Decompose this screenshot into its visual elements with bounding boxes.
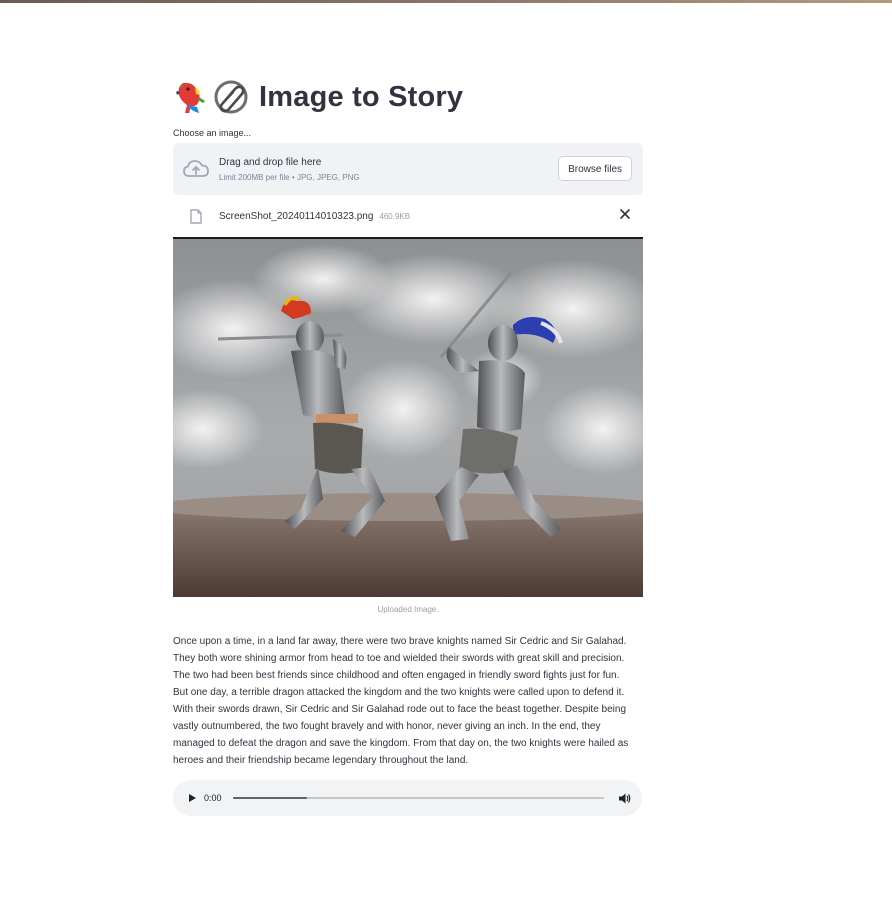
audio-player[interactable]: 0:00 [173, 780, 642, 816]
audio-time: 0:00 [204, 793, 222, 803]
image-caption: Uploaded Image. [377, 605, 439, 614]
file-dropzone[interactable]: Drag and drop file here Limit 200MB per … [173, 143, 643, 195]
audio-buffered-bar [233, 797, 308, 799]
dropzone-limit: Limit 200MB per file • JPG, JPEG, PNG [219, 172, 360, 182]
file-name: ScreenShot_20240114010323.png [219, 210, 374, 222]
story-text: Once upon a time, in a land far away, th… [173, 636, 629, 766]
upload-label: Choose an image... [173, 128, 252, 138]
audio-progress-track[interactable] [233, 797, 604, 799]
file-icon [190, 208, 202, 224]
dropzone-text: Drag and drop file here Limit 200MB per … [219, 157, 360, 182]
dropzone-title: Drag and drop file here [219, 156, 322, 168]
browse-files-button[interactable]: Browse files [558, 156, 632, 181]
close-icon[interactable] [619, 208, 631, 220]
volume-icon[interactable] [618, 792, 631, 805]
cloud-upload-icon [183, 160, 209, 177]
top-decoration-bar [0, 0, 892, 3]
main-content: Image to Story Choose an image... Drag a… [173, 74, 643, 816]
parrot-icon [176, 82, 205, 113]
file-size: 460.9KB [379, 211, 411, 221]
knights-image [173, 239, 643, 597]
uploaded-file-row: ScreenShot_20240114010323.png 460.9KB [173, 195, 643, 237]
title-row: Image to Story [173, 74, 643, 120]
paperclip-icon [214, 80, 248, 114]
uploaded-image [173, 237, 643, 597]
play-icon[interactable] [187, 793, 197, 803]
page-title: Image to Story [259, 80, 464, 113]
